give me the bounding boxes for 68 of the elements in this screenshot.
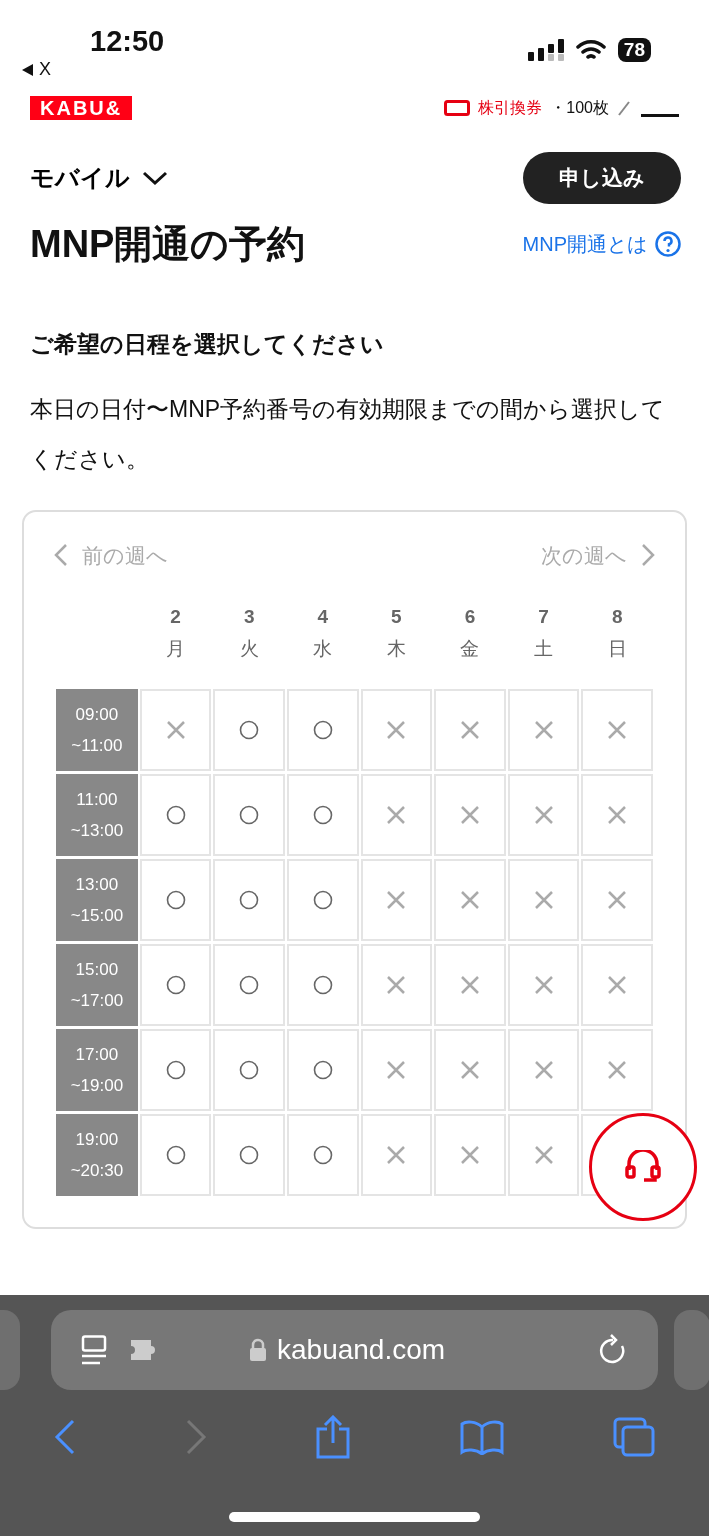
site-logo[interactable]: KABU&	[30, 96, 133, 120]
slot-cell[interactable]	[213, 943, 285, 1026]
slot-cell[interactable]	[287, 1028, 359, 1111]
weekday-label: 水	[312, 637, 334, 662]
slot-cell[interactable]	[287, 773, 359, 856]
slot-cell[interactable]	[287, 688, 359, 771]
slot-cell[interactable]	[213, 773, 285, 856]
url-text: kabuand.com	[277, 1333, 446, 1367]
clock-time: 12:50	[90, 24, 165, 59]
day-number: 2	[169, 605, 182, 630]
weekday-label: 木	[385, 637, 407, 662]
instruction-text: 本日の日付〜MNP予約番号の有効期限までの間から選択してください。	[30, 394, 667, 474]
ticket-count: ・100枚	[550, 98, 609, 118]
slot-cell[interactable]	[213, 688, 285, 771]
ticket-icon	[444, 100, 471, 116]
slot-cell[interactable]	[139, 1028, 212, 1111]
slot-cell[interactable]	[287, 858, 359, 941]
slot-cell[interactable]	[139, 773, 212, 856]
headset-icon	[625, 1149, 661, 1184]
back-app-link[interactable]: X	[39, 56, 51, 83]
weekday-label: 金	[459, 637, 481, 662]
slot-cell[interactable]	[213, 1028, 285, 1111]
page-title: MNP開通の予約	[30, 221, 306, 267]
wifi-icon	[575, 39, 606, 61]
battery-level: 78	[617, 38, 651, 62]
help-link[interactable]: MNP開通とは	[522, 229, 681, 260]
book-icon[interactable]	[460, 1419, 505, 1455]
time-slot-cell: 17:00 ~19:00	[56, 1028, 138, 1111]
weekday-label: 土	[533, 637, 555, 662]
slot-cell[interactable]	[287, 1113, 359, 1196]
help-icon	[655, 231, 681, 258]
slot-cell[interactable]	[213, 858, 285, 941]
mobile-menu[interactable]: モバイル	[30, 159, 168, 196]
ticket-label: 株引換券	[478, 98, 543, 118]
day-number: 6	[463, 605, 477, 630]
chevron-right-icon	[641, 543, 655, 568]
slot-cell[interactable]	[139, 1113, 212, 1196]
time-slot-cell: 13:00 ~15:00	[56, 858, 138, 941]
lock-icon	[249, 1338, 267, 1362]
share-icon[interactable]	[315, 1415, 352, 1459]
next-week-link[interactable]: 次の週へ	[541, 539, 655, 572]
reader-icon[interactable]	[81, 1335, 107, 1365]
tabs-icon[interactable]	[612, 1417, 655, 1457]
apply-button[interactable]: 申し込み	[523, 152, 681, 204]
slot-cell[interactable]	[213, 1113, 285, 1196]
tab-preview[interactable]	[674, 1310, 709, 1390]
day-number: 8	[610, 605, 624, 630]
section-heading: ご希望の日程を選択してください	[30, 330, 385, 360]
time-slot-cell: 19:00 ~20:30	[56, 1113, 138, 1196]
back-triangle-icon[interactable]	[22, 63, 33, 76]
slot-cell[interactable]	[139, 858, 212, 941]
weekday-label: 日	[606, 637, 628, 662]
previous-week-link[interactable]: 前の週へ	[54, 539, 168, 572]
day-number: 3	[242, 605, 256, 630]
slot-cell[interactable]	[139, 943, 212, 1026]
day-number: 4	[316, 605, 330, 630]
slot-cell[interactable]	[287, 943, 359, 1026]
weekday-label: 火	[238, 637, 260, 662]
signal-icon	[527, 39, 564, 61]
time-slot-cell: 15:00 ~17:00	[56, 943, 138, 1026]
time-slot-cell: 11:00 ~13:00	[56, 773, 138, 856]
chevron-left-icon	[54, 543, 68, 568]
day-number: 7	[537, 605, 550, 630]
address-bar[interactable]: kabuand.com	[51, 1310, 658, 1390]
day-number: 5	[390, 605, 403, 630]
chevron-down-icon	[142, 169, 168, 186]
weekday-label: 月	[165, 637, 187, 662]
time-slot-cell: 09:00 ~11:00	[56, 688, 138, 771]
